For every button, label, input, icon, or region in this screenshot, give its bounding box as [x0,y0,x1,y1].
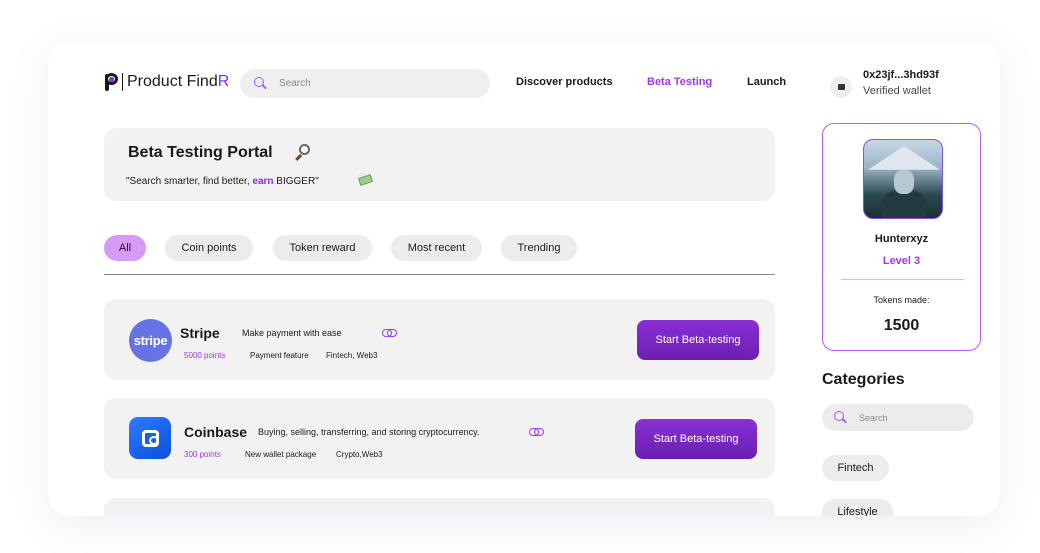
category-lifestyle[interactable]: Lifestyle [822,499,893,516]
logo-text: Product FindR [127,73,230,90]
search-bar[interactable] [240,69,490,98]
product-name: Coinbase [184,424,248,440]
product-tags: Fintech, Web3 [326,351,378,360]
money-with-wings-icon [358,173,374,187]
filter-coin-points[interactable]: Coin points [165,235,253,261]
category-search-bar[interactable] [822,404,974,431]
product-points: 300 points [184,450,221,459]
product-description: Make payment with ease [242,328,342,338]
app-window: Product FindR Discover products Beta Tes… [48,42,1000,516]
wallet-icon[interactable] [830,76,852,98]
logo-mark-icon [104,72,118,92]
nav-discover-products[interactable]: Discover products [516,76,613,88]
filter-token-reward[interactable]: Token reward [273,235,372,261]
product-feature: Payment feature [250,351,309,360]
categories-title: Categories [822,371,905,388]
nav-beta-testing[interactable]: Beta Testing [647,76,712,88]
profile-divider [841,279,964,280]
page-title: Beta Testing Portal [128,144,273,161]
wallet-status: Verified wallet [863,85,931,97]
magnifier-icon [294,144,310,161]
avatar[interactable] [863,139,943,219]
filter-most-recent[interactable]: Most recent [391,235,482,261]
profile-card: Hunterxyz Level 3 Tokens made: 1500 [822,123,981,351]
logo-separator [122,73,123,91]
product-card-partial[interactable] [104,498,775,516]
username: Hunterxyz [874,233,929,245]
start-beta-testing-button[interactable]: Start Beta-testing [637,320,759,360]
product-card-coinbase[interactable]: Coinbase Buying, selling, transferring, … [104,398,775,479]
product-description: Buying, selling, transferring, and stori… [258,427,480,437]
product-points: 5000 points [184,351,226,360]
category-fintech[interactable]: Fintech [822,455,889,481]
filter-divider [104,274,775,275]
product-tags: Crypto,Web3 [336,450,383,459]
tokens-label: Tokens made: [873,295,930,305]
nav-launch[interactable]: Launch [747,76,786,88]
category-search-input[interactable] [859,412,969,423]
coinbase-logo [129,417,171,459]
portal-subtitle: "Search smarter, find better, earn BIGGE… [126,176,319,187]
link-icon[interactable] [529,428,544,436]
portal-banner: Beta Testing Portal "Search smarter, fin… [104,128,775,201]
link-icon[interactable] [382,329,397,337]
search-icon [254,77,267,90]
product-card-stripe[interactable]: stripe Stripe Make payment with ease 500… [104,299,775,380]
wallet-address[interactable]: 0x23jf...3hd93f [863,69,939,81]
filter-all[interactable]: All [104,235,146,261]
product-feature: New wallet package [245,450,317,459]
search-icon [834,411,847,424]
start-beta-testing-button[interactable]: Start Beta-testing [635,419,757,459]
user-level: Level 3 [882,255,921,267]
tokens-value: 1500 [883,317,920,334]
filter-trending[interactable]: Trending [501,235,577,261]
logo[interactable]: Product FindR [104,72,229,92]
search-input[interactable] [279,78,479,89]
product-name: Stripe [180,325,220,341]
stripe-logo: stripe [129,319,172,362]
